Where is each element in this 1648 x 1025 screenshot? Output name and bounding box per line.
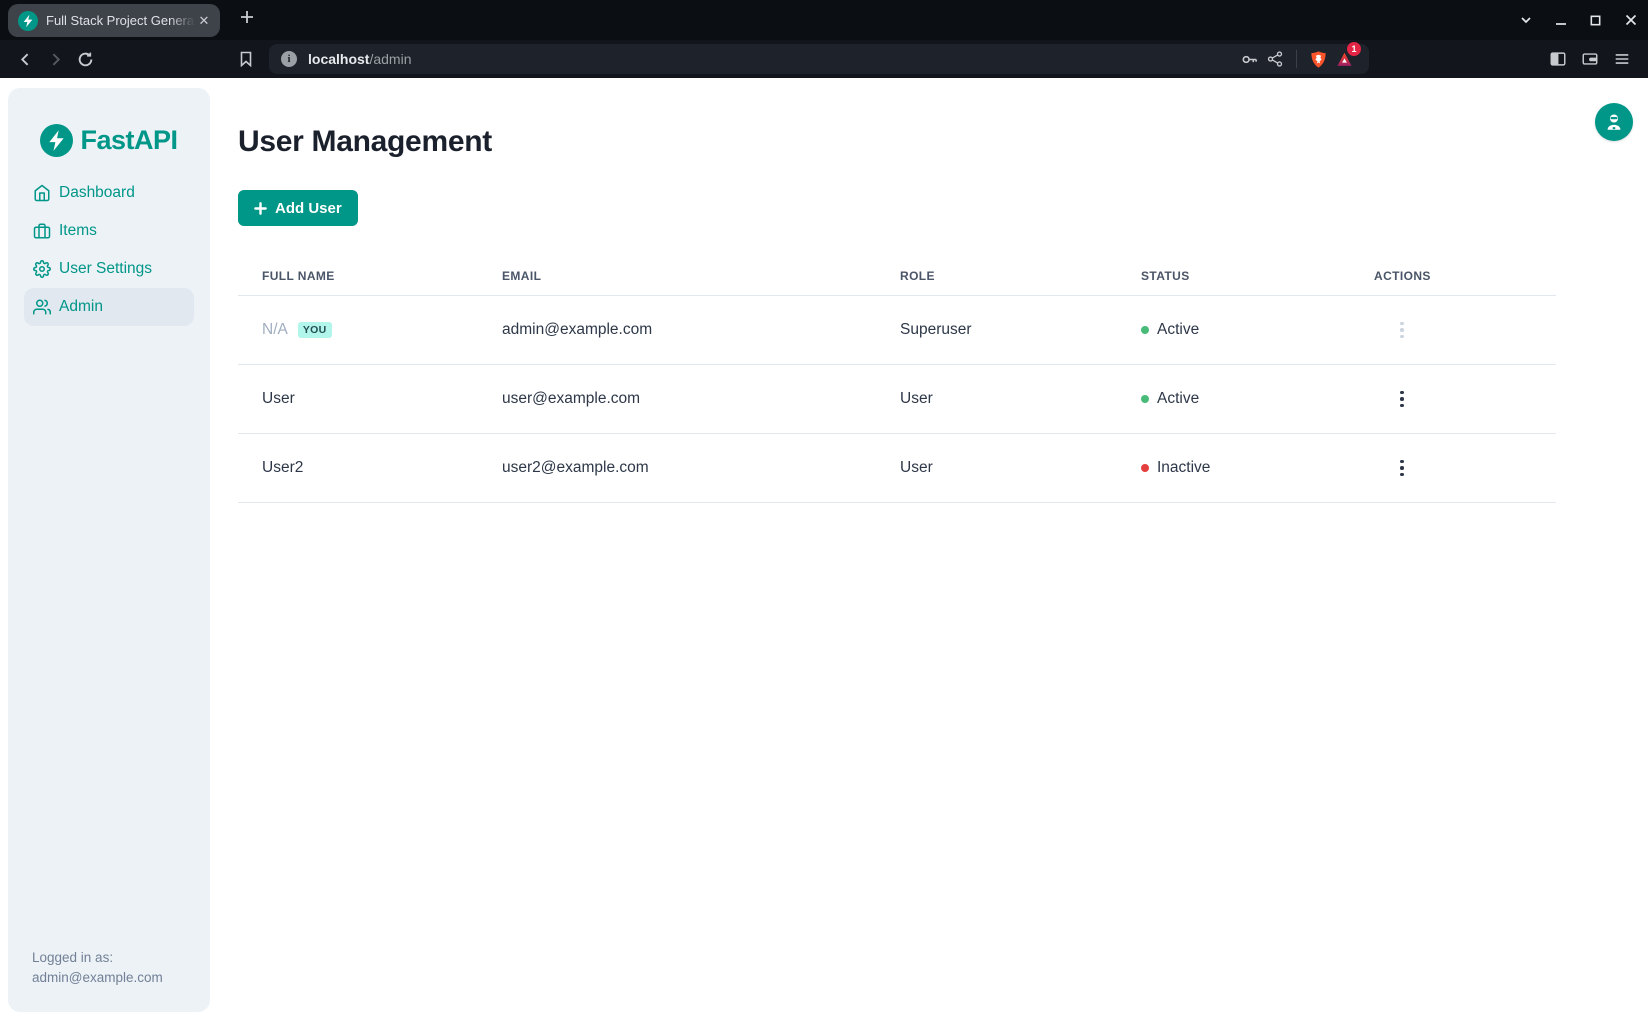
cell-role: Superuser [876,321,1117,339]
browser-tab[interactable]: Full Stack Project Genera ✕ [8,4,220,37]
col-header-role: ROLE [876,269,1117,283]
sidebar: FastAPI Dashboard Items User Settings Ad… [8,88,210,1012]
cell-email: admin@example.com [478,321,876,339]
users-table: FULL NAME EMAIL ROLE STATUS ACTIONS N/A Y… [238,256,1556,503]
url-path: /admin [369,51,411,67]
side-panel-icon[interactable] [1542,44,1574,74]
browser-toolbar: i localhost/admin [0,40,1648,78]
cell-full-name: N/A [262,321,288,339]
sidebar-item-label: Admin [59,298,103,316]
gear-icon [33,260,51,278]
you-badge: YOU [298,322,332,338]
menu-icon[interactable] [1606,44,1638,74]
cell-status: Inactive [1157,459,1210,477]
tab-title: Full Stack Project Genera [46,13,195,28]
brave-shield-icon[interactable] [1305,46,1331,72]
back-icon[interactable] [10,44,40,74]
status-dot [1141,395,1149,403]
forward-icon [40,44,70,74]
logged-in-as: Logged in as: admin@example.com [8,948,210,1012]
main-content: User Management Add User FULL NAME EMAIL… [238,78,1648,503]
logo-text: FastAPI [80,125,177,156]
sidebar-item-user-settings[interactable]: User Settings [24,250,194,288]
briefcase-icon [33,222,51,240]
cell-role: User [876,459,1117,477]
rewards-notification-badge: 1 [1347,42,1361,56]
col-header-full-name: FULL NAME [238,269,478,283]
cell-role: User [876,390,1117,408]
row-actions-menu-button[interactable] [1390,456,1414,480]
users-icon [33,298,51,316]
add-user-label: Add User [275,200,342,217]
wallet-icon[interactable] [1574,44,1606,74]
plus-icon [254,202,267,215]
tab-close-icon[interactable]: ✕ [195,12,213,30]
fastapi-logo: FastAPI [8,124,210,157]
status-dot [1141,464,1149,472]
row-actions-menu-button [1390,318,1414,342]
site-info-icon[interactable]: i [281,51,297,67]
table-row: User2 user2@example.com User Inactive [238,434,1556,503]
share-icon[interactable] [1262,46,1288,72]
sidebar-item-label: Items [59,222,97,240]
sidebar-item-label: Dashboard [59,184,135,202]
sidebar-nav: Dashboard Items User Settings Admin [8,174,210,326]
col-header-actions: ACTIONS [1350,269,1556,283]
col-header-status: STATUS [1117,269,1350,283]
home-icon [33,184,51,202]
cell-email: user2@example.com [478,459,876,477]
table-row: N/A YOU admin@example.com Superuser Activ… [238,296,1556,365]
sidebar-item-items[interactable]: Items [24,212,194,250]
tab-search-icon[interactable] [1518,13,1533,28]
status-dot [1141,326,1149,334]
logged-in-label: Logged in as: [32,948,194,968]
cell-email: user@example.com [478,390,876,408]
window-close-button[interactable] [1623,13,1638,28]
url-host: localhost [308,51,369,67]
logged-in-email: admin@example.com [32,968,194,988]
cell-status: Active [1157,321,1199,339]
browser-tab-strip: Full Stack Project Genera ✕ [0,0,1648,40]
new-tab-button[interactable] [237,7,257,32]
brave-rewards-icon[interactable]: 1 [1331,46,1357,72]
toolbar-divider [1296,50,1297,68]
key-icon[interactable] [1236,46,1262,72]
address-bar[interactable]: i localhost/admin [269,44,1369,74]
page-title: User Management [238,127,1648,157]
sidebar-item-admin[interactable]: Admin [24,288,194,326]
table-row: User user@example.com User Active [238,365,1556,434]
row-actions-menu-button[interactable] [1390,387,1414,411]
url-text[interactable]: localhost/admin [308,51,412,67]
bookmark-icon[interactable] [232,45,260,73]
cell-full-name: User [262,390,295,408]
window-minimize-button[interactable] [1553,13,1568,28]
cell-full-name: User2 [262,459,303,477]
sidebar-item-dashboard[interactable]: Dashboard [24,174,194,212]
fastapi-favicon-icon [18,11,38,31]
add-user-button[interactable]: Add User [238,190,358,226]
window-maximize-button[interactable] [1588,13,1603,28]
col-header-email: EMAIL [478,269,876,283]
sidebar-item-label: User Settings [59,260,152,278]
cell-status: Active [1157,390,1199,408]
table-header-row: FULL NAME EMAIL ROLE STATUS ACTIONS [238,256,1556,296]
fastapi-bolt-icon [40,124,73,157]
reload-icon[interactable] [70,44,100,74]
page-content: FastAPI Dashboard Items User Settings Ad… [0,78,1648,1025]
